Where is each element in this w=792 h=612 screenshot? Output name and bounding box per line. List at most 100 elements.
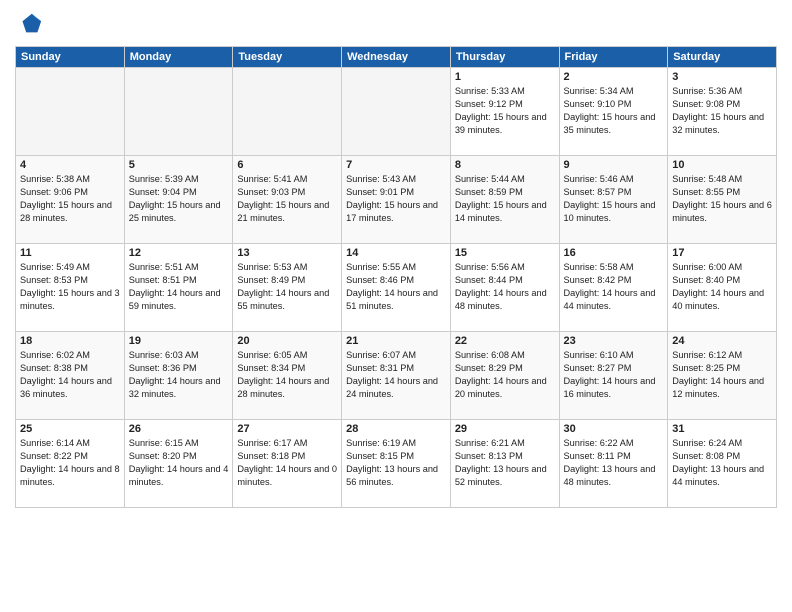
col-header-thursday: Thursday: [450, 47, 559, 68]
calendar-cell: 5 Sunrise: 5:39 AMSunset: 9:04 PMDaylight…: [124, 156, 233, 244]
day-number: 15: [455, 247, 555, 259]
calendar-cell: [342, 68, 451, 156]
day-number: 27: [237, 423, 337, 435]
calendar-cell: 18 Sunrise: 6:02 AMSunset: 8:38 PMDayligh…: [16, 332, 125, 420]
day-detail: Sunrise: 6:12 AMSunset: 8:25 PMDaylight:…: [672, 349, 772, 401]
calendar-cell: 30 Sunrise: 6:22 AMSunset: 8:11 PMDayligh…: [559, 420, 668, 508]
calendar-cell: 6Sunrise: 5:41 AMSunset: 9:03 PMDaylight…: [233, 156, 342, 244]
week-row-1: 4 Sunrise: 5:38 AMSunset: 9:06 PMDaylight…: [16, 156, 777, 244]
calendar-cell: 16 Sunrise: 5:58 AMSunset: 8:42 PMDayligh…: [559, 244, 668, 332]
calendar-cell: 19 Sunrise: 6:03 AMSunset: 8:36 PMDayligh…: [124, 332, 233, 420]
calendar-cell: 14 Sunrise: 5:55 AMSunset: 8:46 PMDayligh…: [342, 244, 451, 332]
day-detail: Sunrise: 6:21 AMSunset: 8:13 PMDaylight:…: [455, 437, 555, 489]
col-header-monday: Monday: [124, 47, 233, 68]
calendar-cell: 23Sunrise: 6:10 AMSunset: 8:27 PMDayligh…: [559, 332, 668, 420]
day-detail: Sunrise: 6:15 AMSunset: 8:20 PMDaylight:…: [129, 437, 229, 489]
day-number: 21: [346, 335, 446, 347]
day-number: 20: [237, 335, 337, 347]
col-header-sunday: Sunday: [16, 47, 125, 68]
calendar-cell: 7 Sunrise: 5:43 AMSunset: 9:01 PMDaylight…: [342, 156, 451, 244]
day-detail: Sunrise: 5:56 AMSunset: 8:44 PMDaylight:…: [455, 261, 555, 313]
day-number: 30: [564, 423, 664, 435]
day-detail: Sunrise: 6:17 AMSunset: 8:18 PMDaylight:…: [237, 437, 337, 489]
day-number: 18: [20, 335, 120, 347]
day-detail: Sunrise: 5:39 AMSunset: 9:04 PMDaylight:…: [129, 173, 229, 225]
day-detail: Sunrise: 6:14 AMSunset: 8:22 PMDaylight:…: [20, 437, 120, 489]
day-number: 5: [129, 159, 229, 171]
day-number: 2: [564, 71, 664, 83]
calendar-cell: 26 Sunrise: 6:15 AMSunset: 8:20 PMDayligh…: [124, 420, 233, 508]
day-detail: Sunrise: 6:05 AMSunset: 8:34 PMDaylight:…: [237, 349, 337, 401]
day-detail: Sunrise: 5:43 AMSunset: 9:01 PMDaylight:…: [346, 173, 446, 225]
calendar-cell: 25Sunrise: 6:14 AMSunset: 8:22 PMDayligh…: [16, 420, 125, 508]
header: [15, 10, 777, 38]
day-number: 9: [564, 159, 664, 171]
day-detail: Sunrise: 5:53 AMSunset: 8:49 PMDaylight:…: [237, 261, 337, 313]
day-number: 31: [672, 423, 772, 435]
calendar-cell: 22 Sunrise: 6:08 AMSunset: 8:29 PMDayligh…: [450, 332, 559, 420]
day-detail: Sunrise: 6:22 AMSunset: 8:11 PMDaylight:…: [564, 437, 664, 489]
day-detail: Sunrise: 6:02 AMSunset: 8:38 PMDaylight:…: [20, 349, 120, 401]
calendar-cell: 2 Sunrise: 5:34 AMSunset: 9:10 PMDaylight…: [559, 68, 668, 156]
day-detail: Sunrise: 6:24 AMSunset: 8:08 PMDaylight:…: [672, 437, 772, 489]
calendar-cell: 21 Sunrise: 6:07 AMSunset: 8:31 PMDayligh…: [342, 332, 451, 420]
calendar-cell: 10 Sunrise: 5:48 AMSunset: 8:55 PMDayligh…: [668, 156, 777, 244]
day-detail: Sunrise: 5:34 AMSunset: 9:10 PMDaylight:…: [564, 85, 664, 137]
calendar-cell: [233, 68, 342, 156]
col-header-wednesday: Wednesday: [342, 47, 451, 68]
page: SundayMondayTuesdayWednesdayThursdayFrid…: [0, 0, 792, 612]
day-detail: Sunrise: 5:55 AMSunset: 8:46 PMDaylight:…: [346, 261, 446, 313]
calendar-cell: [124, 68, 233, 156]
day-number: 26: [129, 423, 229, 435]
calendar-cell: 13 Sunrise: 5:53 AMSunset: 8:49 PMDayligh…: [233, 244, 342, 332]
day-detail: Sunrise: 6:03 AMSunset: 8:36 PMDaylight:…: [129, 349, 229, 401]
week-row-4: 25Sunrise: 6:14 AMSunset: 8:22 PMDayligh…: [16, 420, 777, 508]
week-row-2: 11 Sunrise: 5:49 AMSunset: 8:53 PMDayligh…: [16, 244, 777, 332]
day-detail: Sunrise: 6:00 AMSunset: 8:40 PMDaylight:…: [672, 261, 772, 313]
calendar-cell: [16, 68, 125, 156]
logo-icon: [15, 10, 43, 38]
col-header-friday: Friday: [559, 47, 668, 68]
day-detail: Sunrise: 5:46 AMSunset: 8:57 PMDaylight:…: [564, 173, 664, 225]
calendar-cell: 3 Sunrise: 5:36 AMSunset: 9:08 PMDaylight…: [668, 68, 777, 156]
day-number: 13: [237, 247, 337, 259]
day-detail: Sunrise: 6:07 AMSunset: 8:31 PMDaylight:…: [346, 349, 446, 401]
day-detail: Sunrise: 5:36 AMSunset: 9:08 PMDaylight:…: [672, 85, 772, 137]
calendar-cell: 11 Sunrise: 5:49 AMSunset: 8:53 PMDayligh…: [16, 244, 125, 332]
day-detail: Sunrise: 5:33 AMSunset: 9:12 PMDaylight:…: [455, 85, 555, 137]
day-number: 24: [672, 335, 772, 347]
day-detail: Sunrise: 6:10 AMSunset: 8:27 PMDaylight:…: [564, 349, 664, 401]
calendar-cell: 27 Sunrise: 6:17 AMSunset: 8:18 PMDayligh…: [233, 420, 342, 508]
week-row-0: 1 Sunrise: 5:33 AMSunset: 9:12 PMDaylight…: [16, 68, 777, 156]
day-number: 10: [672, 159, 772, 171]
day-detail: Sunrise: 5:38 AMSunset: 9:06 PMDaylight:…: [20, 173, 120, 225]
day-number: 4: [20, 159, 120, 171]
calendar-cell: 1 Sunrise: 5:33 AMSunset: 9:12 PMDaylight…: [450, 68, 559, 156]
day-number: 1: [455, 71, 555, 83]
calendar-table: SundayMondayTuesdayWednesdayThursdayFrid…: [15, 46, 777, 508]
calendar-cell: 28Sunrise: 6:19 AMSunset: 8:15 PMDayligh…: [342, 420, 451, 508]
day-number: 19: [129, 335, 229, 347]
calendar-cell: 8Sunrise: 5:44 AMSunset: 8:59 PMDaylight…: [450, 156, 559, 244]
calendar-cell: 15 Sunrise: 5:56 AMSunset: 8:44 PMDayligh…: [450, 244, 559, 332]
day-detail: Sunrise: 5:58 AMSunset: 8:42 PMDaylight:…: [564, 261, 664, 313]
day-detail: Sunrise: 6:08 AMSunset: 8:29 PMDaylight:…: [455, 349, 555, 401]
day-number: 3: [672, 71, 772, 83]
calendar-cell: 31 Sunrise: 6:24 AMSunset: 8:08 PMDayligh…: [668, 420, 777, 508]
col-header-saturday: Saturday: [668, 47, 777, 68]
calendar-cell: 29Sunrise: 6:21 AMSunset: 8:13 PMDayligh…: [450, 420, 559, 508]
col-header-tuesday: Tuesday: [233, 47, 342, 68]
day-number: 14: [346, 247, 446, 259]
day-number: 22: [455, 335, 555, 347]
day-number: 7: [346, 159, 446, 171]
day-detail: Sunrise: 5:48 AMSunset: 8:55 PMDaylight:…: [672, 173, 772, 225]
day-number: 16: [564, 247, 664, 259]
day-number: 17: [672, 247, 772, 259]
day-number: 11: [20, 247, 120, 259]
day-detail: Sunrise: 5:49 AMSunset: 8:53 PMDaylight:…: [20, 261, 120, 313]
day-detail: Sunrise: 5:51 AMSunset: 8:51 PMDaylight:…: [129, 261, 229, 313]
calendar-cell: 9 Sunrise: 5:46 AMSunset: 8:57 PMDaylight…: [559, 156, 668, 244]
day-number: 12: [129, 247, 229, 259]
header-row: SundayMondayTuesdayWednesdayThursdayFrid…: [16, 47, 777, 68]
day-detail: Sunrise: 5:44 AMSunset: 8:59 PMDaylight:…: [455, 173, 555, 225]
